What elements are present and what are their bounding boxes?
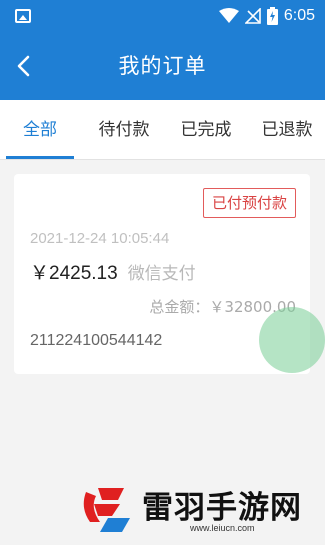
battery-charging-icon	[266, 7, 278, 25]
order-tabs: 全部 待付款 已完成 已退款	[0, 100, 325, 160]
tab-refunded[interactable]: 已退款	[249, 100, 325, 160]
tab-completed[interactable]: 已完成	[168, 100, 244, 160]
watermark: 雷羽手游网 www.leiucn.com	[72, 478, 322, 542]
image-notification-icon	[15, 9, 31, 23]
back-button[interactable]	[8, 49, 38, 83]
watermark-url: www.leiucn.com	[190, 523, 255, 533]
tab-all[interactable]: 全部	[6, 100, 74, 160]
payment-method: 微信支付	[127, 264, 196, 284]
order-number: 211224100544142	[30, 332, 163, 349]
status-time: 6:05	[283, 7, 315, 24]
wifi-icon	[218, 8, 239, 23]
order-status-badge: 已付预付款	[202, 188, 296, 218]
status-bar: 6:05	[0, 0, 325, 32]
no-signal-icon	[244, 8, 261, 24]
watermark-logo-icon	[83, 488, 130, 532]
total-label: 总金额：	[149, 298, 210, 316]
touch-indicator	[259, 307, 325, 373]
order-date: 2021-12-24 10:05:44	[30, 230, 170, 247]
app-header: 我的订单	[0, 32, 325, 100]
paid-amount: ￥2425.13	[30, 263, 118, 284]
active-tab-indicator	[6, 156, 74, 159]
page-title: 我的订单	[118, 54, 207, 78]
watermark-name: 雷羽手游网	[142, 490, 302, 526]
chevron-left-icon	[17, 55, 30, 77]
tab-pending-payment[interactable]: 待付款	[86, 100, 162, 160]
status-icons: 6:05	[218, 6, 315, 26]
payment-row: ￥2425.13 微信支付	[30, 258, 196, 285]
